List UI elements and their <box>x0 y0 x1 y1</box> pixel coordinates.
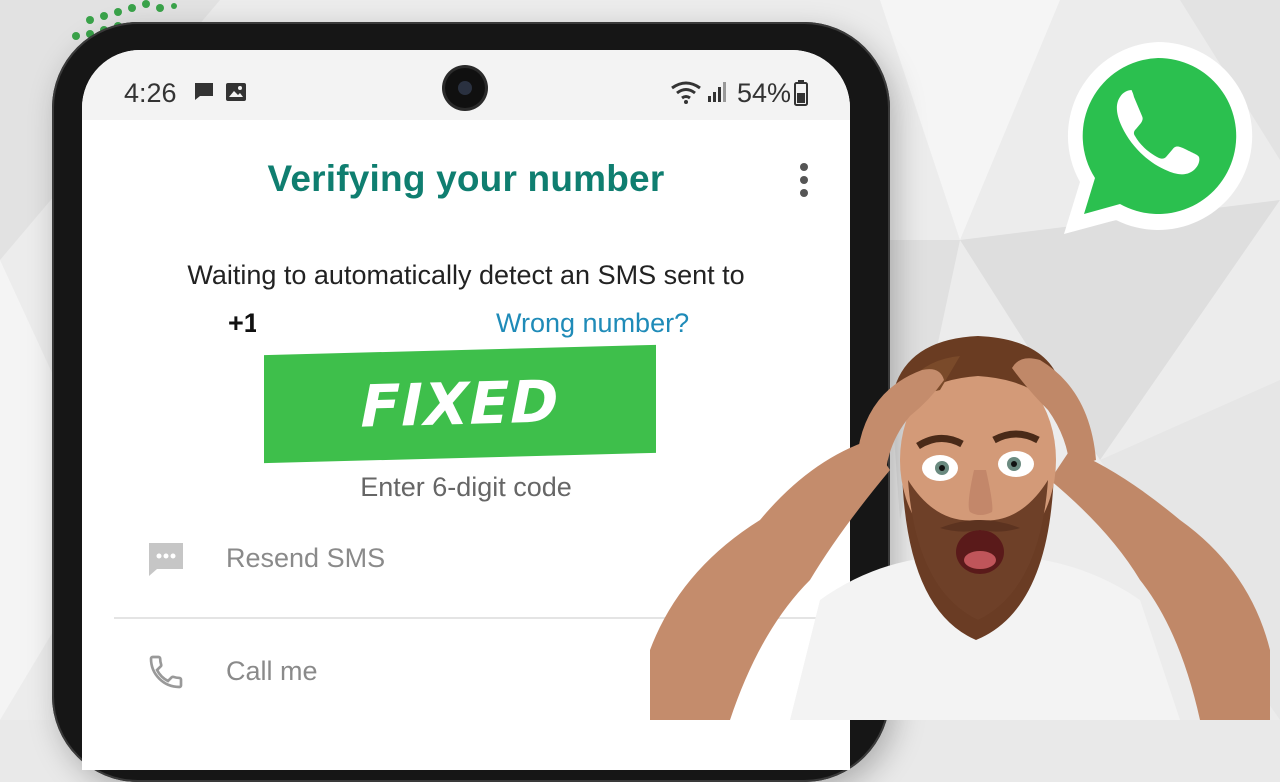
more-vert-icon[interactable] <box>794 160 814 200</box>
resend-sms-button[interactable]: Resend SMS <box>226 543 385 574</box>
phone-number: +1 <box>228 308 259 338</box>
page-title: Verifying your number <box>267 158 665 199</box>
sms-icon <box>149 543 183 576</box>
message-icon <box>195 83 213 100</box>
signal-icon <box>708 82 726 102</box>
fixed-banner-text: FIXED <box>360 367 560 441</box>
image-icon <box>226 83 246 101</box>
surprised-man-image <box>650 336 1270 720</box>
phone-icon <box>149 655 183 689</box>
battery-percent: 54% <box>737 78 792 108</box>
waiting-message: Waiting to automatically detect an SMS s… <box>187 260 745 290</box>
battery-icon <box>794 80 808 106</box>
wifi-icon <box>671 81 701 104</box>
call-me-button[interactable]: Call me <box>226 656 318 687</box>
whatsapp-logo-icon <box>1064 41 1253 234</box>
status-bar: 4:26 54% <box>82 50 850 120</box>
status-time: 4:26 <box>124 78 177 108</box>
front-camera <box>445 68 485 108</box>
fixed-banner: FIXED <box>264 344 656 464</box>
redacted-number <box>256 305 466 341</box>
